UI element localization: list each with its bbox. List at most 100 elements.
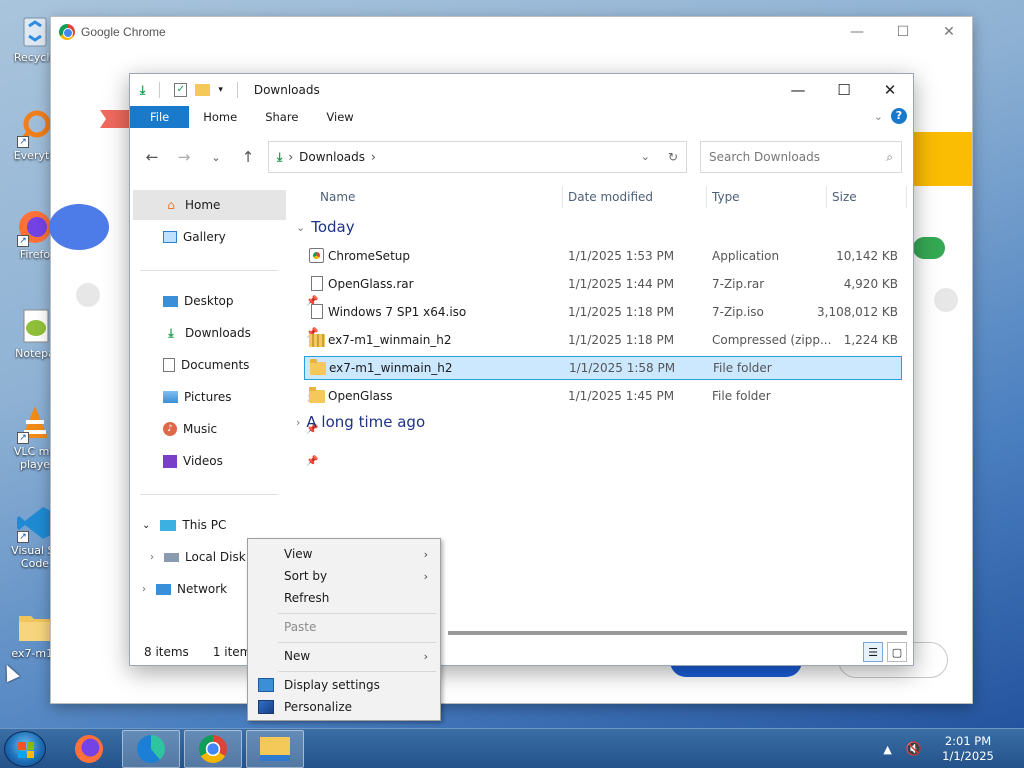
recycle-bin-icon — [15, 10, 55, 50]
large-icons-view-icon[interactable]: ▢ — [887, 642, 907, 662]
address-history-chevron-icon[interactable]: ⌄ — [641, 150, 650, 164]
taskbar-app-file-explorer[interactable] — [246, 730, 304, 768]
sidebar-item-gallery[interactable]: Gallery — [133, 222, 226, 252]
system-tray: ▲ 🔇 2:01 PM 1/1/2025 — [883, 729, 1024, 768]
menu-item-view[interactable]: View › — [250, 543, 438, 565]
sidebar-item-music[interactable]: ♪ Music 📌 — [163, 414, 318, 444]
column-header-date[interactable]: Date modified — [568, 186, 653, 208]
breadcrumb-separator[interactable]: › — [288, 150, 293, 164]
refresh-icon[interactable]: ↻ — [668, 150, 678, 164]
menu-item-label: Sort by — [284, 569, 328, 583]
chrome-maximize-button[interactable]: ☐ — [880, 17, 926, 47]
group-expand-chevron-icon[interactable]: › — [296, 416, 300, 429]
column-separator[interactable] — [706, 186, 707, 208]
volume-muted-icon[interactable]: 🔇 — [906, 742, 922, 757]
table-row[interactable]: ChromeSetup 1/1/2025 1:53 PM Application… — [304, 244, 902, 268]
menu-item-personalize[interactable]: Personalize — [250, 696, 438, 718]
file-date: 1/1/2025 1:53 PM — [568, 249, 675, 263]
address-bar[interactable]: ⤓ › Downloads › ⌄ ↻ — [268, 141, 687, 173]
start-button[interactable] — [4, 731, 46, 767]
table-row[interactable]: ex7-m1_winmain_h2 1/1/2025 1:18 PM Compr… — [304, 328, 902, 352]
up-arrow-icon[interactable]: ↑ — [232, 148, 264, 166]
recent-locations-chevron-icon[interactable]: ⌄ — [200, 151, 232, 164]
new-folder-icon[interactable] — [195, 84, 211, 96]
group-header-today[interactable]: ⌄ Today — [296, 218, 355, 236]
column-separator[interactable] — [562, 186, 563, 208]
clock[interactable]: 2:01 PM 1/1/2025 — [936, 734, 1000, 764]
taskbar-app-firefox[interactable] — [60, 730, 118, 768]
local-disk-icon — [164, 552, 179, 562]
group-label: A long time ago — [306, 413, 426, 431]
sidebar-item-local-disk[interactable]: › Local Disk — [150, 542, 246, 572]
file-date: 1/1/2025 1:44 PM — [568, 277, 675, 291]
customize-toolbar-chevron-icon[interactable]: ▾ — [218, 85, 223, 95]
sidebar-item-videos[interactable]: Videos 📌 — [163, 446, 318, 476]
column-separator[interactable] — [826, 186, 827, 208]
sidebar-item-desktop[interactable]: Desktop 📌 — [163, 286, 318, 316]
tab-file[interactable]: File — [130, 106, 190, 128]
menu-item-sort-by[interactable]: Sort by › — [250, 565, 438, 587]
ribbon-tabs: File Home Share View ⌄ ? — [130, 106, 913, 128]
sidebar-item-label: Documents — [181, 358, 250, 372]
menu-item-label: New — [284, 649, 311, 663]
details-view-icon[interactable]: ☰ — [863, 642, 883, 662]
group-header-older[interactable]: › A long time ago — [296, 413, 425, 431]
horizontal-scrollbar[interactable] — [448, 631, 907, 635]
expand-chevron-icon[interactable]: ⌄ — [142, 520, 150, 531]
collapse-chevron-icon[interactable]: › — [142, 584, 146, 595]
table-row[interactable]: OpenGlass 1/1/2025 1:45 PM File folder — [304, 384, 902, 408]
table-row[interactable]: OpenGlass.rar 1/1/2025 1:44 PM 7-Zip.rar… — [304, 272, 902, 296]
application-icon — [309, 248, 325, 264]
expand-ribbon-chevron-icon[interactable]: ⌄ — [874, 110, 883, 123]
sidebar-item-home[interactable]: ⌂ Home — [133, 190, 286, 220]
sidebar-item-label: Desktop — [184, 294, 234, 308]
tab-home[interactable]: Home — [189, 106, 251, 128]
breadcrumb-downloads[interactable]: Downloads — [299, 150, 365, 164]
menu-item-refresh[interactable]: Refresh — [250, 587, 438, 609]
quick-access-toolbar: ⤓ ✓ ▾ — [140, 82, 244, 98]
column-header-size[interactable]: Size — [832, 186, 857, 208]
search-input[interactable]: Search Downloads — [709, 150, 820, 164]
downloads-icon: ⤓ — [277, 149, 283, 164]
table-row-selected[interactable]: ex7-m1_winmain_h2 1/1/2025 1:58 PM File … — [304, 356, 902, 380]
explorer-titlebar[interactable]: ⤓ ✓ ▾ Downloads — ☐ ✕ — [130, 74, 913, 106]
sidebar-item-documents[interactable]: Documents 📌 — [163, 350, 318, 380]
group-collapse-chevron-icon[interactable]: ⌄ — [296, 221, 305, 234]
sidebar-divider — [140, 494, 278, 495]
sidebar-item-network[interactable]: › Network — [142, 574, 227, 604]
sidebar-item-label: Gallery — [183, 230, 226, 244]
table-row[interactable]: Windows 7 SP1 x64.iso 1/1/2025 1:18 PM 7… — [304, 300, 902, 324]
file-type: 7-Zip.iso — [712, 305, 764, 319]
menu-separator — [278, 642, 436, 643]
tab-share[interactable]: Share — [251, 106, 312, 128]
menu-item-display-settings[interactable]: Display settings — [250, 674, 438, 696]
tab-view[interactable]: View — [312, 106, 367, 128]
column-header-type[interactable]: Type — [712, 186, 740, 208]
chrome-illustration-shape — [913, 237, 945, 259]
chrome-minimize-button[interactable]: — — [834, 17, 880, 47]
chrome-close-button[interactable]: ✕ — [926, 17, 972, 47]
properties-icon[interactable]: ✓ — [174, 83, 188, 97]
explorer-close-button[interactable]: ✕ — [867, 74, 913, 106]
explorer-maximize-button[interactable]: ☐ — [821, 74, 867, 106]
collapse-chevron-icon[interactable]: › — [150, 552, 154, 563]
breadcrumb-separator[interactable]: › — [371, 150, 376, 164]
search-box[interactable]: Search Downloads ⌕ — [700, 141, 902, 173]
file-name: OpenGlass.rar — [328, 277, 414, 291]
back-arrow-icon[interactable]: ← — [136, 148, 168, 166]
sidebar-item-this-pc[interactable]: ⌄ This PC — [142, 510, 226, 540]
sidebar-item-pictures[interactable]: Pictures 📌 — [163, 382, 318, 412]
help-icon[interactable]: ? — [891, 108, 907, 124]
menu-item-new[interactable]: New › — [250, 645, 438, 667]
sidebar-item-downloads[interactable]: ⤓ Downloads 📌 — [163, 318, 318, 348]
taskbar-app-chrome[interactable] — [184, 730, 242, 768]
file-name: Windows 7 SP1 x64.iso — [328, 305, 467, 319]
forward-arrow-icon[interactable]: → — [168, 148, 200, 166]
explorer-minimize-button[interactable]: — — [775, 74, 821, 106]
menu-item-label: Display settings — [284, 678, 380, 692]
column-separator[interactable] — [906, 186, 907, 208]
taskbar-app-edge[interactable] — [122, 730, 180, 768]
show-hidden-icons-chevron-icon[interactable]: ▲ — [883, 743, 891, 756]
edge-icon — [137, 735, 165, 763]
column-header-name[interactable]: Name — [320, 186, 355, 208]
